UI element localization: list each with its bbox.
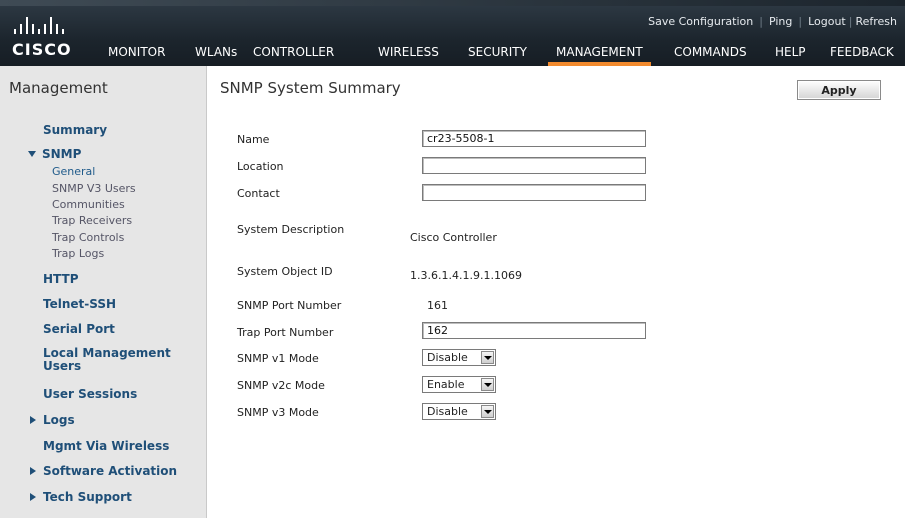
nav-monitor-label: MONITOR	[108, 45, 166, 59]
save-configuration-link[interactable]: Save Configuration	[648, 15, 753, 28]
dropdown-arrow-icon[interactable]	[481, 378, 494, 391]
top-header: CISCO Save Configuration | Ping | Logout | Ref…	[0, 0, 905, 66]
snmp-port-label: SNMP Port Number	[237, 299, 342, 312]
trap-port-label: Trap Port Number	[237, 326, 334, 339]
apply-button[interactable]: Apply	[797, 80, 881, 100]
location-field[interactable]	[422, 157, 646, 174]
snmp-v1-mode-label: SNMP v1 Mode	[237, 352, 319, 365]
snmp-v1-mode-select[interactable]: Disable	[422, 349, 496, 366]
sidebar-item-summary[interactable]: Summary	[43, 123, 107, 137]
snmp-port-value: 161	[427, 299, 448, 312]
expanded-arrow-icon[interactable]	[28, 151, 36, 157]
collapsed-arrow-icon[interactable]	[30, 493, 36, 501]
sidebar-item-local-management-users[interactable]: Local Management Users	[43, 347, 193, 373]
system-description-label: System Description	[237, 223, 345, 236]
nav-feedback-label: FEEDBACK	[830, 45, 894, 59]
sidebar-item-user-sessions[interactable]: User Sessions	[43, 387, 137, 401]
contact-label: Contact	[237, 187, 280, 200]
brand-wordmark: CISCO	[12, 40, 72, 59]
system-description-value: Cisco Controller	[410, 231, 497, 244]
dropdown-arrow-icon[interactable]	[481, 351, 494, 364]
sidebar-item-mgmt-via-wireless[interactable]: Mgmt Via Wireless	[43, 439, 169, 453]
nav-help[interactable]: HELP	[775, 44, 806, 66]
nav-security[interactable]: SECURITY	[468, 44, 527, 66]
snmp-v2c-mode-label: SNMP v2c Mode	[237, 379, 325, 392]
snmp-v3-mode-label: SNMP v3 Mode	[237, 406, 319, 419]
nav-wireless[interactable]: WIRELESS	[378, 44, 439, 66]
sidebar: Management Summary SNMP General SNMP V3 …	[0, 66, 207, 518]
nav-feedback[interactable]: FEEDBACK	[830, 44, 894, 66]
system-object-id-value: 1.3.6.1.4.1.9.1.1069	[410, 269, 522, 282]
header-topline	[0, 0, 905, 6]
snmp-v2c-mode-value: Enable	[427, 378, 465, 391]
snmp-v1-mode-value: Disable	[427, 351, 468, 364]
nav-wlans-label: WLANs	[195, 45, 238, 59]
collapsed-arrow-icon[interactable]	[30, 416, 36, 424]
sidebar-title: Management	[9, 79, 108, 97]
sidebar-subitem-general[interactable]: General	[52, 165, 95, 178]
nav-management-label: MANAGEMENT	[556, 45, 643, 59]
sidebar-item-http[interactable]: HTTP	[43, 272, 78, 286]
contact-field[interactable]	[422, 184, 646, 201]
nav-controller[interactable]: CONTROLLER	[253, 44, 334, 66]
trap-port-field[interactable]	[422, 322, 646, 339]
nav-commands[interactable]: COMMANDS	[674, 44, 747, 66]
sidebar-subitem-communities[interactable]: Communities	[52, 198, 125, 211]
nav-controller-label: CONTROLLER	[253, 45, 335, 59]
sidebar-subitem-snmp-v3-users[interactable]: SNMP V3 Users	[52, 182, 136, 195]
sidebar-subitem-trap-receivers[interactable]: Trap Receivers	[52, 214, 132, 227]
location-label: Location	[237, 160, 284, 173]
sidebar-item-snmp[interactable]: SNMP	[42, 147, 81, 161]
sidebar-item-tech-support[interactable]: Tech Support	[43, 490, 132, 504]
sidebar-item-serial-port[interactable]: Serial Port	[43, 322, 115, 336]
refresh-link[interactable]: Refresh	[855, 15, 897, 28]
sidebar-item-logs[interactable]: Logs	[43, 413, 75, 427]
nav-help-label: HELP	[775, 45, 806, 59]
snmp-v3-mode-select[interactable]: Disable	[422, 403, 496, 420]
sidebar-item-telnet-ssh[interactable]: Telnet-SSH	[43, 297, 116, 311]
utility-links: Save Configuration | Ping | Logout | Refresh	[648, 15, 897, 28]
collapsed-arrow-icon[interactable]	[30, 467, 36, 475]
snmp-v3-mode-value: Disable	[427, 405, 468, 418]
page-title: SNMP System Summary	[220, 79, 401, 97]
nav-wlans[interactable]: WLANs	[195, 44, 237, 66]
system-object-id-label: System Object ID	[237, 265, 333, 278]
snmp-v2c-mode-select[interactable]: Enable	[422, 376, 496, 393]
name-field[interactable]	[422, 130, 646, 147]
name-label: Name	[237, 133, 270, 146]
cisco-logo-bars-icon	[14, 16, 74, 34]
nav-monitor[interactable]: MONITOR	[108, 44, 165, 66]
sidebar-item-software-activation[interactable]: Software Activation	[43, 464, 177, 478]
sidebar-subitem-trap-controls[interactable]: Trap Controls	[52, 231, 124, 244]
sidebar-subitem-trap-logs[interactable]: Trap Logs	[52, 247, 104, 260]
logout-link[interactable]: Logout	[808, 15, 846, 28]
cisco-logo: CISCO	[12, 14, 74, 60]
ping-link[interactable]: Ping	[769, 15, 792, 28]
nav-commands-label: COMMANDS	[674, 45, 747, 59]
dropdown-arrow-icon[interactable]	[481, 405, 494, 418]
nav-security-label: SECURITY	[468, 45, 527, 59]
nav-wireless-label: WIRELESS	[378, 45, 439, 59]
nav-management[interactable]: MANAGEMENT	[548, 44, 651, 66]
